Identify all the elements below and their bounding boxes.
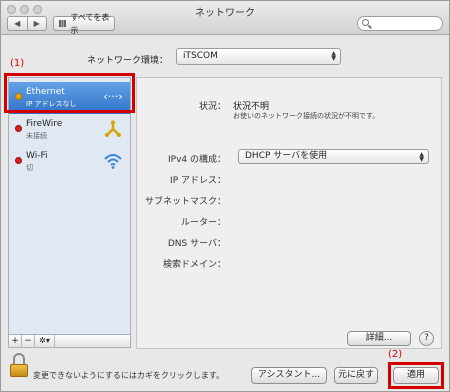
service-item-firewire[interactable]: FireWire 未接続 bbox=[9, 114, 130, 146]
step1-annotation: (1) bbox=[10, 58, 25, 69]
search-icon bbox=[362, 19, 369, 26]
location-label: ネットワーク環境： bbox=[87, 56, 169, 66]
assistant-button[interactable]: アシスタント... bbox=[251, 367, 327, 384]
service-list-buttons: + − ✲▾ bbox=[8, 335, 131, 348]
network-preferences-window: ネットワーク ◀ ▶ すべてを表示 ネットワーク環境： iTSCOM ▲ ▼ (1… bbox=[0, 0, 450, 392]
search-domain-label: 検索ドメイン： bbox=[162, 260, 226, 270]
gear-menu-button[interactable]: ✲▾ bbox=[35, 335, 55, 347]
service-name: FireWire bbox=[26, 119, 63, 129]
wifi-icon bbox=[102, 152, 124, 170]
step2-highlight-box bbox=[388, 362, 444, 389]
ipv4-config-value: DHCP サーバを使用 bbox=[245, 151, 328, 161]
revert-button[interactable]: 元に戻す bbox=[334, 367, 378, 384]
step1-highlight-box bbox=[4, 73, 135, 113]
location-select[interactable]: iTSCOM ▲ ▼ bbox=[176, 48, 341, 65]
router-label: ルーター： bbox=[180, 218, 226, 228]
ip-address-label: IP アドレス： bbox=[170, 176, 226, 186]
ipv4-config-select[interactable]: DHCP サーバを使用 ▲ ▼ bbox=[238, 149, 429, 164]
lock-icon[interactable] bbox=[10, 353, 28, 379]
help-button[interactable]: ? bbox=[419, 331, 434, 346]
updown-arrows-icon: ▲ ▼ bbox=[419, 151, 424, 163]
service-item-wifi[interactable]: Wi-Fi 切 bbox=[9, 146, 130, 178]
title-bar: ネットワーク ◀ ▶ すべてを表示 bbox=[1, 1, 449, 35]
grid-icon bbox=[59, 20, 67, 27]
remove-service-button[interactable]: − bbox=[22, 335, 35, 347]
show-all-label: すべてを表示 bbox=[70, 12, 110, 35]
status-description: お使いのネットワーク接続の状況が不明です。 bbox=[233, 112, 380, 120]
status-dot bbox=[15, 125, 22, 132]
subnet-mask-label: サブネットマスク： bbox=[144, 197, 226, 207]
back-button[interactable]: ◀ bbox=[8, 17, 28, 30]
ipv4-label: IPv4 の構成： bbox=[168, 155, 226, 165]
service-list: Ethernet IP アドレスなし ‹···› FireWire 未接続 Wi… bbox=[8, 77, 131, 335]
dns-server-label: DNS サーバ： bbox=[167, 239, 226, 249]
status-label: 状況： bbox=[198, 102, 226, 112]
firewire-icon bbox=[102, 120, 124, 138]
status-dot bbox=[15, 157, 22, 164]
add-service-button[interactable]: + bbox=[9, 335, 22, 347]
step2-annotation: (2) bbox=[388, 349, 403, 360]
service-status: 切 bbox=[26, 164, 33, 172]
location-value: iTSCOM bbox=[183, 51, 218, 61]
service-status: 未接続 bbox=[26, 132, 47, 140]
show-all-button[interactable]: すべてを表示 bbox=[53, 13, 115, 35]
updown-arrows-icon: ▲ ▼ bbox=[331, 50, 336, 62]
lock-message: 変更できないようにするにはカギをクリックします。 bbox=[33, 371, 225, 380]
service-name: Wi-Fi bbox=[26, 151, 48, 161]
forward-button[interactable]: ▶ bbox=[28, 17, 47, 30]
back-forward-control: ◀ ▶ bbox=[7, 16, 47, 31]
advanced-button[interactable]: 詳細... bbox=[347, 331, 411, 346]
search-input[interactable] bbox=[357, 16, 443, 31]
